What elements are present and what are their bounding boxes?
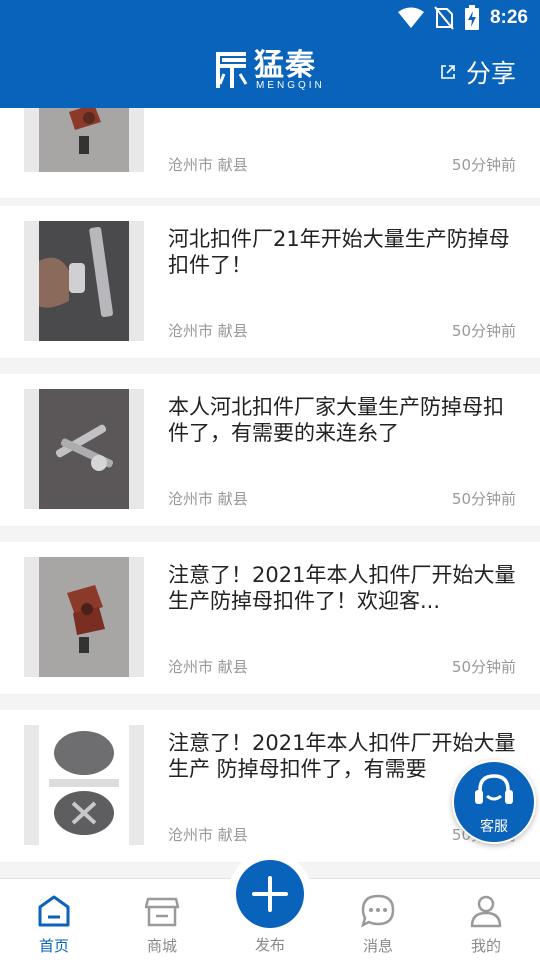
headset-icon xyxy=(475,774,513,804)
battery-charging-icon xyxy=(464,5,479,30)
customer-service-button[interactable]: 客服 xyxy=(452,760,536,844)
no-sim-icon xyxy=(434,6,454,30)
list-item[interactable]: 本人河北扣件厂家大量生产防掉母扣件了，有需要的来连糸了 沧州市 献县 50分钟前 xyxy=(0,374,540,526)
nav-messages[interactable]: 消息 xyxy=(338,889,418,955)
post-location: 沧州市 献县 xyxy=(168,156,248,174)
bolt-photo xyxy=(39,226,113,317)
publish-label: 发布 xyxy=(254,936,285,954)
nav-home[interactable]: 首页 xyxy=(14,889,94,955)
post-thumbnail xyxy=(24,389,144,509)
post-location: 沧州市 献县 xyxy=(168,322,248,340)
post-location: 沧州市 献县 xyxy=(168,490,248,508)
brand-logo: 猛秦 MENGQIN xyxy=(214,48,330,96)
nav-profile[interactable]: 我的 xyxy=(446,889,526,955)
nav-store-label: 商城 xyxy=(146,937,177,955)
post-title: 本人河北扣件厂家大量生产防掉母扣件了，有需要的来连糸了 xyxy=(168,395,504,445)
post-time: 50分钟前 xyxy=(451,658,516,676)
nav-store[interactable]: 商城 xyxy=(122,889,202,955)
nav-profile-label: 我的 xyxy=(470,937,501,955)
status-bar: 8:26 xyxy=(0,0,540,36)
products-photo xyxy=(49,731,119,835)
home-icon xyxy=(38,895,70,927)
store-icon xyxy=(144,897,180,927)
list-item[interactable]: 沧州市 献县 50分钟前 xyxy=(0,108,540,198)
share-label: 分享 xyxy=(465,59,516,88)
plus-icon xyxy=(252,876,288,912)
app-header: 8:26 猛秦 MENGQIN 分享 xyxy=(0,0,540,108)
post-title: 注意了！2021年本人扣件厂开始大量生产防掉母扣件了！欢迎客... xyxy=(168,563,516,613)
chat-icon xyxy=(361,894,395,928)
publish-button-frame xyxy=(228,852,312,936)
post-thumbnail xyxy=(24,108,144,172)
clamp-photo xyxy=(67,585,105,653)
list-item[interactable]: 河北扣件厂21年开始大量生产防掉母扣件了！ 沧州市 献县 50分钟前 xyxy=(0,206,540,358)
post-location: 沧州市 献县 xyxy=(168,658,248,676)
post-thumbnail xyxy=(24,725,144,845)
post-time: 50分钟前 xyxy=(451,156,516,174)
publish-button[interactable] xyxy=(236,860,304,928)
post-location: 沧州市 献县 xyxy=(168,826,248,844)
status-icons: 8:26 xyxy=(397,5,528,30)
share-button[interactable]: 分享 xyxy=(440,54,516,90)
post-feed[interactable]: 沧州市 献县 50分钟前 河北扣件厂21年开始大量生产防掉母扣件了！ 沧州市 献… xyxy=(0,108,540,878)
post-title: 河北扣件厂21年开始大量生产防掉母扣件了！ xyxy=(168,227,510,277)
external-link-icon xyxy=(441,65,455,79)
user-icon xyxy=(470,895,502,928)
nav-home-label: 首页 xyxy=(38,937,69,955)
post-time: 50分钟前 xyxy=(451,490,516,508)
clamp-photo xyxy=(69,108,101,154)
brand-name: 猛秦 xyxy=(254,48,316,83)
brand-subtitle: MENGQIN xyxy=(256,80,325,91)
customer-service-label: 客服 xyxy=(480,819,508,835)
status-time: 8:26 xyxy=(489,7,528,28)
nav-messages-label: 消息 xyxy=(362,937,393,955)
list-item[interactable]: 注意了！2021年本人扣件厂开始大量生产防掉母扣件了！欢迎客... 沧州市 献县… xyxy=(0,542,540,694)
post-thumbnail xyxy=(24,557,144,677)
post-thumbnail xyxy=(24,221,144,341)
brand-logo-icon xyxy=(216,52,248,88)
post-time: 50分钟前 xyxy=(451,322,516,340)
wifi-icon xyxy=(397,7,424,28)
bolts-photo xyxy=(55,424,114,471)
